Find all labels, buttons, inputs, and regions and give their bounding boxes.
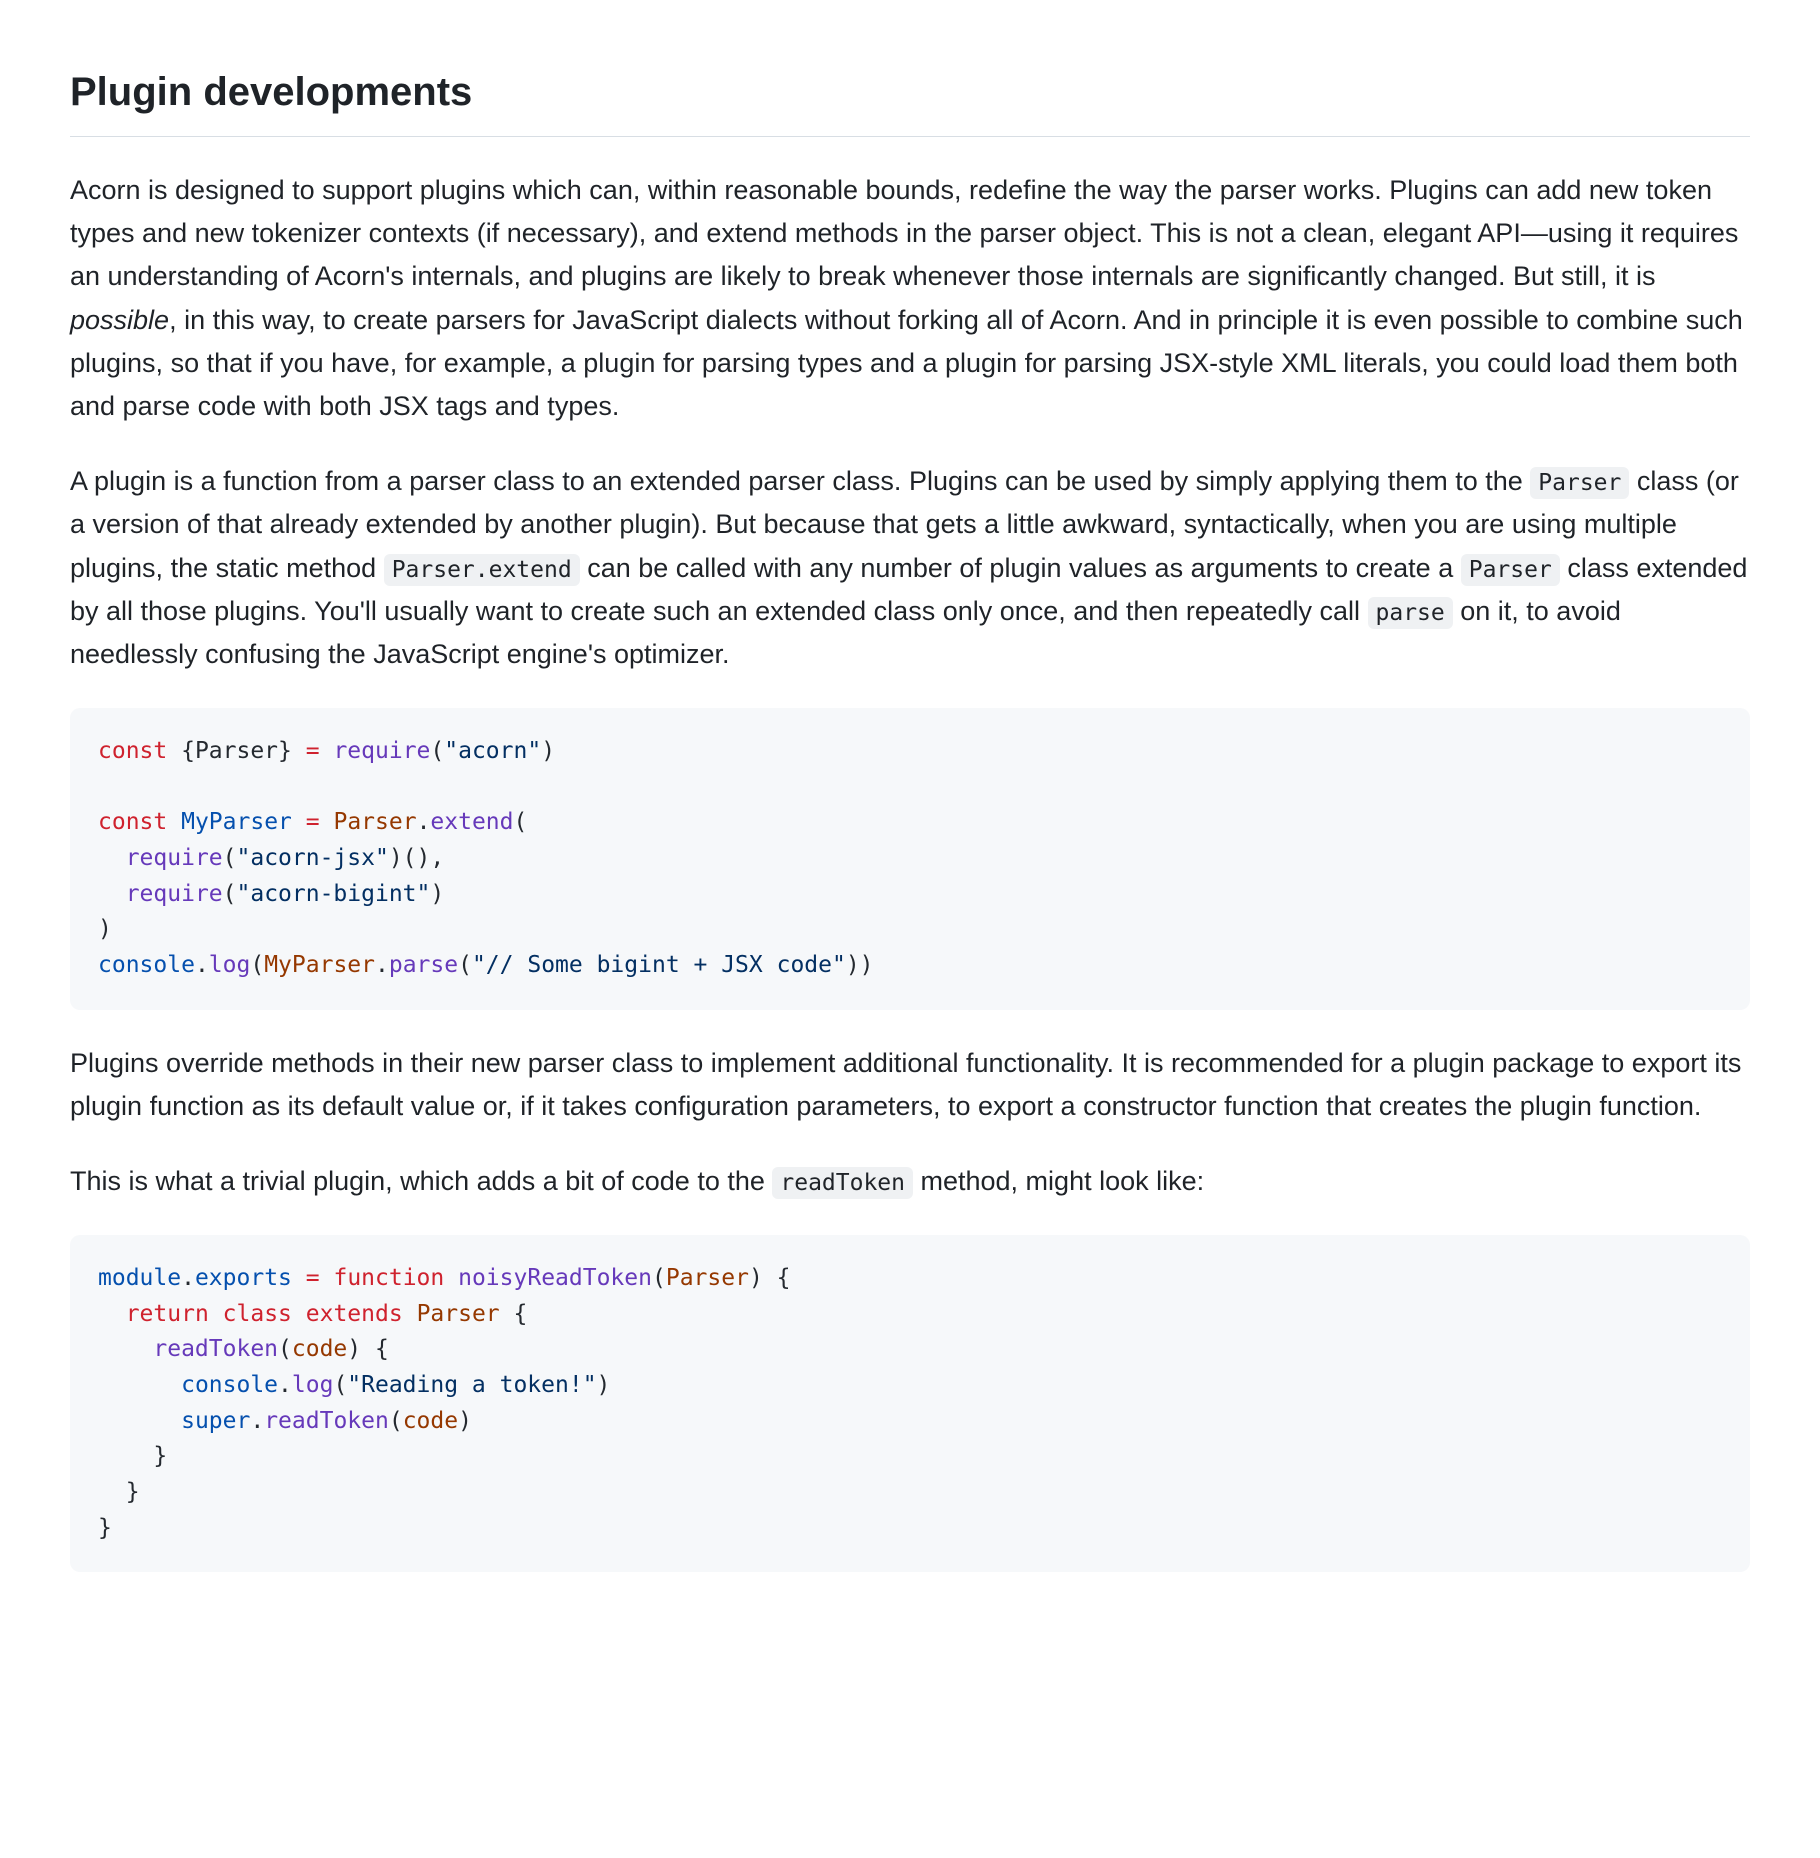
paragraph-text: This is what a trivial plugin, which add… <box>70 1166 772 1196</box>
paragraph-4: This is what a trivial plugin, which add… <box>70 1160 1750 1203</box>
section-heading: Plugin developments <box>70 60 1750 137</box>
paragraph-3: Plugins override methods in their new pa… <box>70 1042 1750 1128</box>
inline-code: Parser <box>1530 467 1629 499</box>
paragraph-text: can be called with any number of plugin … <box>580 553 1461 583</box>
paragraph-1: Acorn is designed to support plugins whi… <box>70 169 1750 428</box>
inline-code: parse <box>1368 597 1453 629</box>
paragraph-2: A plugin is a function from a parser cla… <box>70 460 1750 676</box>
inline-code: readToken <box>772 1167 913 1199</box>
code-block-2[interactable]: module.exports = function noisyReadToken… <box>70 1235 1750 1572</box>
paragraph-text: , in this way, to create parsers for Jav… <box>70 305 1743 421</box>
emphasis: possible <box>70 305 169 335</box>
paragraph-text: A plugin is a function from a parser cla… <box>70 466 1530 496</box>
inline-code: Parser.extend <box>384 554 580 586</box>
code-block-1[interactable]: const {Parser} = require("acorn") const … <box>70 708 1750 1009</box>
paragraph-text: method, might look like: <box>913 1166 1204 1196</box>
paragraph-text: Acorn is designed to support plugins whi… <box>70 175 1738 291</box>
inline-code: Parser <box>1461 554 1560 586</box>
